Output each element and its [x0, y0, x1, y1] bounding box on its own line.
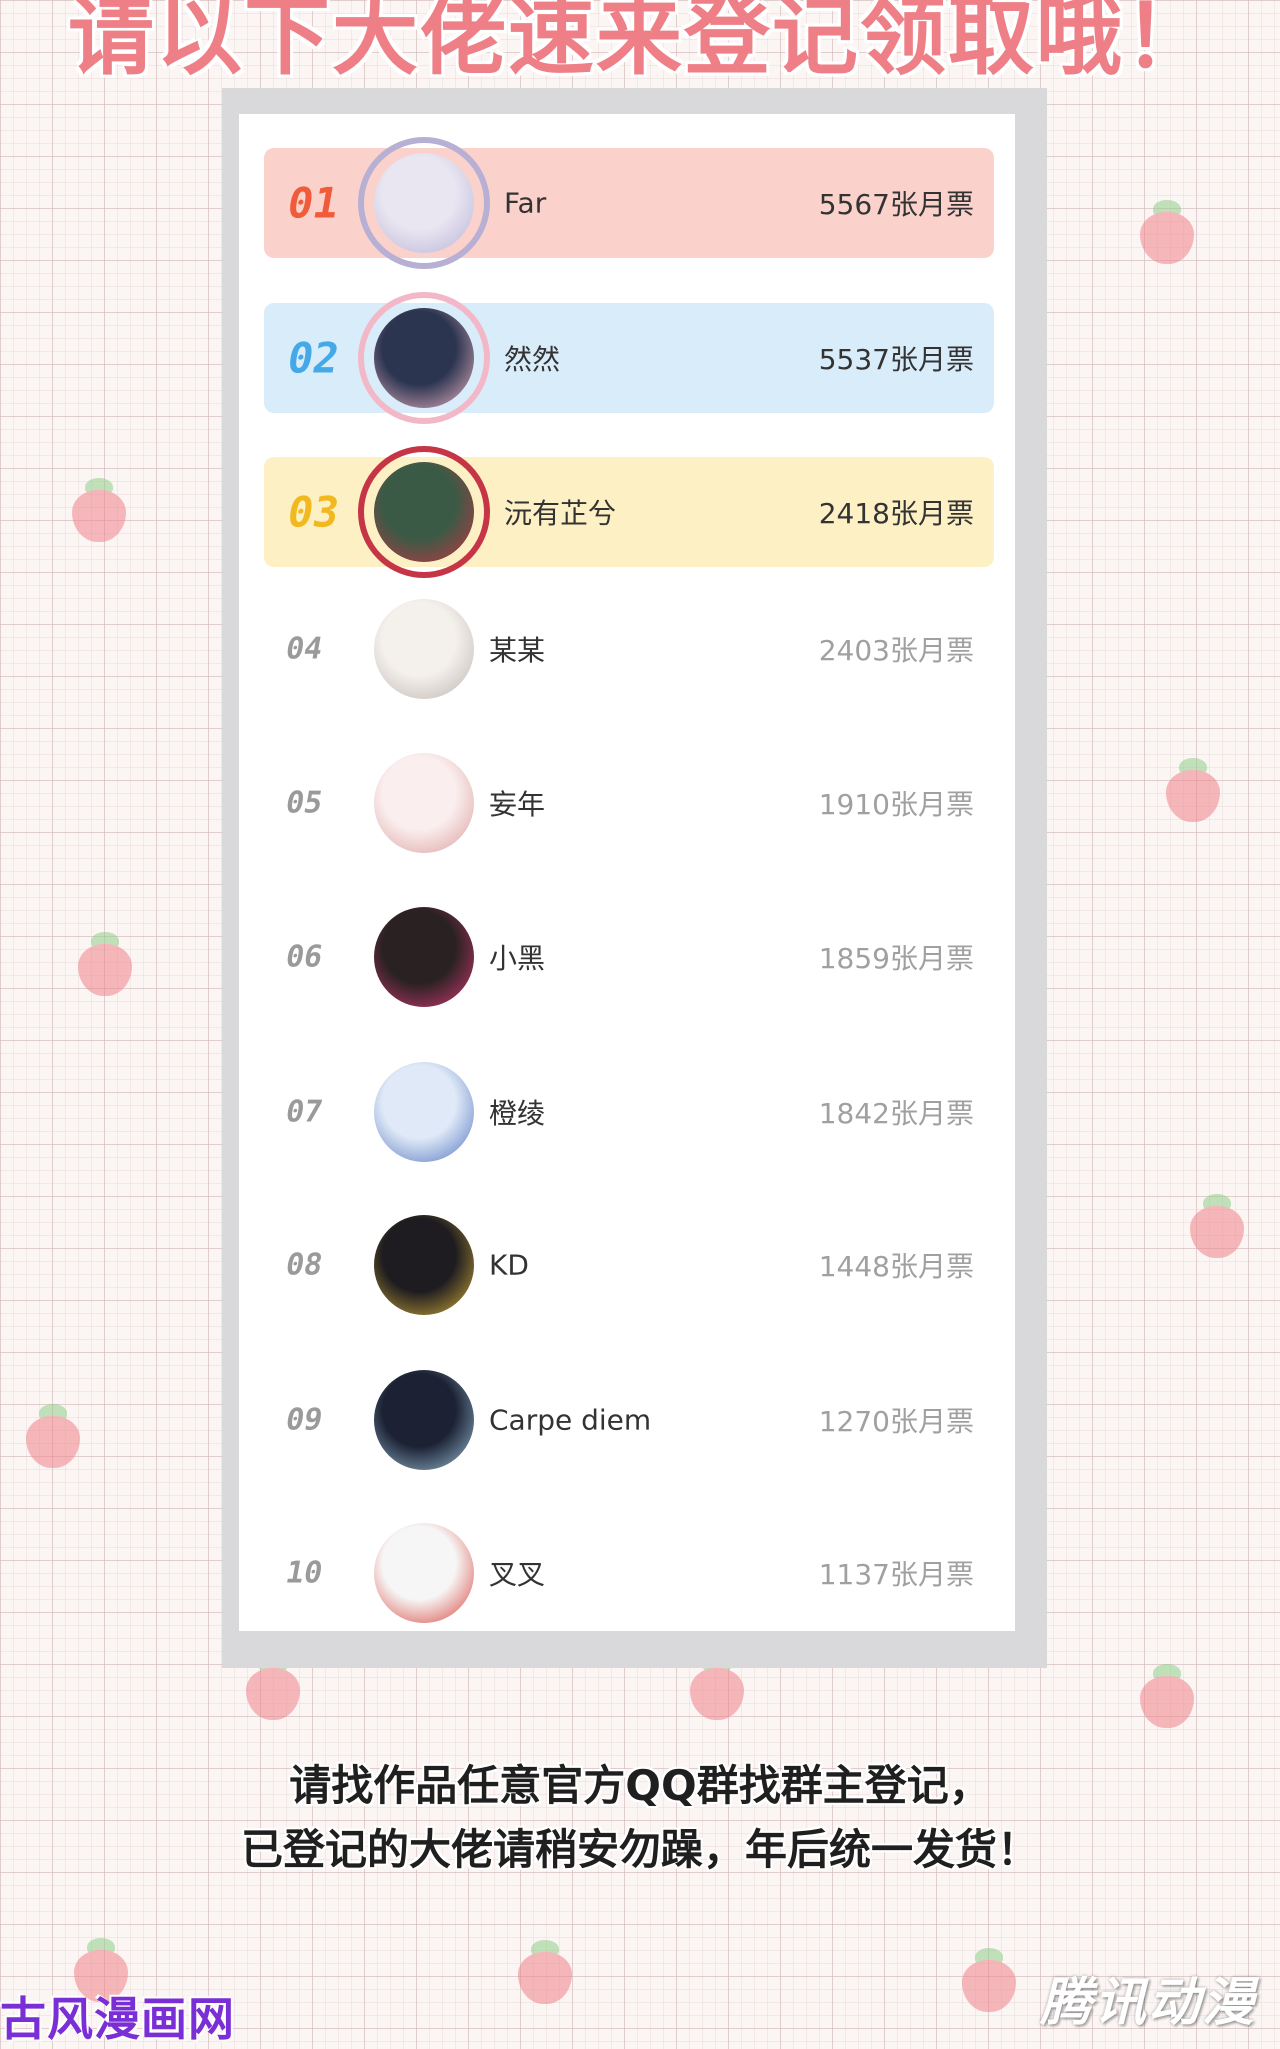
avatar — [374, 1523, 474, 1623]
strawberry-decoration — [1166, 758, 1220, 822]
monthly-ticket-count: 1448张月票 — [818, 1250, 974, 1283]
user-name: KD — [489, 1248, 529, 1282]
ranking-row: 09 Carpe diem 1270张月票 — [264, 1365, 994, 1475]
monthly-ticket-count: 1270张月票 — [818, 1405, 974, 1438]
rank-number: 05 — [282, 785, 326, 821]
rank-number: 01 — [283, 178, 343, 228]
user-name: Carpe diem — [489, 1403, 652, 1437]
avatar — [374, 308, 474, 408]
monthly-ticket-count: 1859张月票 — [818, 942, 974, 975]
strawberry-decoration — [72, 478, 126, 542]
strawberry-decoration — [962, 1948, 1016, 2012]
ranking-row: 02 然然 5537张月票 — [264, 292, 994, 424]
avatar — [374, 1215, 474, 1315]
avatar — [374, 462, 474, 562]
strawberry-decoration — [1140, 1664, 1194, 1728]
user-name: 妄年 — [489, 788, 546, 821]
avatar — [374, 1370, 474, 1470]
ranking-row: 08 KD 1448张月票 — [264, 1210, 994, 1320]
site-watermark-right: 腾讯动漫 — [1039, 1973, 1256, 2033]
avatar — [374, 907, 474, 1007]
strawberry-decoration — [1140, 200, 1194, 264]
rank-number: 03 — [283, 487, 343, 537]
rank-number: 07 — [282, 1094, 326, 1130]
ranking-row: 03 沅有芷兮 2418张月票 — [264, 446, 994, 578]
page-title: 请以下大佬速来登记领取哦！ — [68, 0, 1212, 87]
avatar — [374, 753, 474, 853]
rank-number: 06 — [282, 939, 326, 975]
avatar — [374, 153, 474, 253]
user-name: 小黑 — [489, 942, 546, 975]
rank-number: 10 — [282, 1555, 326, 1591]
strawberry-decoration — [1190, 1194, 1244, 1258]
rank-number: 09 — [282, 1402, 326, 1438]
user-name: 然然 — [504, 343, 561, 376]
monthly-ticket-count: 5567张月票 — [818, 188, 974, 221]
user-name: Far — [504, 186, 547, 220]
monthly-ticket-count: 5537张月票 — [818, 343, 974, 376]
user-name: 叉叉 — [489, 1558, 546, 1591]
rank-number: 02 — [283, 333, 343, 383]
monthly-ticket-count: 1910张月票 — [818, 788, 974, 821]
monthly-ticket-count: 2418张月票 — [818, 497, 974, 530]
avatar — [374, 1062, 474, 1162]
ranking-row: 01 Far 5567张月票 — [264, 137, 994, 269]
footer-line-2: 已登记的大佬请稍安勿躁，年后统一发货！ — [240, 1825, 1039, 1874]
ranking-row: 06 小黑 1859张月票 — [264, 902, 994, 1012]
rank-number: 08 — [282, 1247, 326, 1283]
site-watermark-left: 古风漫画网 — [0, 1992, 235, 2046]
ranking-row: 04 某某 2403张月票 — [264, 594, 994, 704]
strawberry-decoration — [26, 1404, 80, 1468]
monthly-ticket-count: 1137张月票 — [818, 1558, 974, 1591]
strawberry-decoration — [78, 932, 132, 996]
ranking-row: 05 妄年 1910张月票 — [264, 748, 994, 858]
footer-line-1: 请找作品任意官方QQ群找群主登记， — [289, 1761, 991, 1810]
user-name: 沅有芷兮 — [504, 497, 617, 530]
strawberry-decoration — [518, 1940, 572, 2004]
monthly-ticket-count: 1842张月票 — [818, 1097, 974, 1130]
user-name: 某某 — [489, 634, 546, 667]
ranking-row: 10 叉叉 1137张月票 — [264, 1518, 994, 1628]
avatar — [374, 599, 474, 699]
monthly-ticket-count: 2403张月票 — [818, 634, 974, 667]
ranking-row: 07 橙绫 1842张月票 — [264, 1057, 994, 1167]
user-name: 橙绫 — [489, 1097, 546, 1130]
rank-number: 04 — [282, 631, 326, 667]
